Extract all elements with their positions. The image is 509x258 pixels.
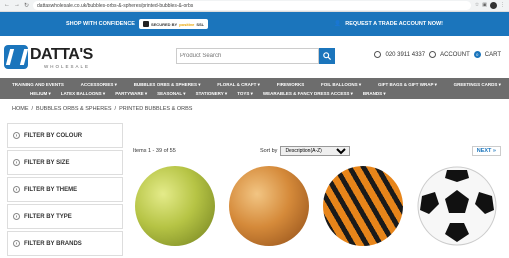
bookmark-icon[interactable]: ☆ (475, 2, 479, 9)
filter-label: FILTER BY BRANDS (24, 240, 82, 247)
sort-select[interactable]: Description(A-Z) (280, 146, 351, 156)
product-image-giraffe-orb[interactable] (229, 166, 309, 246)
menu-item-greetings-cards[interactable]: GREETINGS CARDS ▾ (454, 82, 501, 88)
shop-confidence-text: SHOP WITH CONFIDENCE (66, 21, 135, 27)
menu-item-bubbles[interactable]: BUBBLES ORBS & SPHERES ▾ (134, 82, 201, 88)
breadcrumb-separator: / (31, 105, 34, 112)
url-field[interactable]: dattaswholesale.co.uk/bubbles-orbs-&-sph… (33, 1, 471, 10)
sort-control: Sort by Description(A-Z) (260, 146, 351, 156)
lock-icon (142, 21, 149, 27)
trade-account-link[interactable]: 👤 REQUEST A TRADE ACCOUNT NOW! (334, 21, 443, 27)
breadcrumb-current: PRINTED BUBBLES & ORBS (119, 105, 193, 112)
url-text: dattaswholesale.co.uk/bubbles-orbs-&-sph… (37, 2, 194, 9)
search-button[interactable] (319, 48, 335, 64)
product-image-crocodile-orb[interactable] (135, 166, 215, 246)
menu-item-foil-balloons[interactable]: FOIL BALLOONS ▾ (321, 82, 361, 88)
chevron-right-icon: › (13, 186, 20, 193)
reload-icon[interactable]: ↻ (24, 2, 29, 9)
menu-item-accessories[interactable]: ACCESSORIES ▾ (81, 82, 117, 88)
ssl-badge-suffix: SSL (196, 21, 205, 27)
phone-number[interactable]: 020 3911 4337 (385, 52, 425, 58)
search-input[interactable] (176, 48, 319, 64)
filter-label: FILTER BY THEME (24, 186, 78, 193)
account-link[interactable]: ACCOUNT (440, 52, 470, 58)
extensions-icon[interactable]: ▣ (482, 2, 487, 9)
breadcrumb-home[interactable]: HOME (12, 106, 29, 112)
filter-size[interactable]: › FILTER BY SIZE (7, 150, 123, 175)
forward-icon[interactable]: → (14, 2, 20, 9)
browser-address-bar: ← → ↻ dattaswholesale.co.uk/bubbles-orbs… (0, 0, 509, 12)
next-page-button[interactable]: NEXT » (471, 146, 501, 156)
menu-item-seasonal[interactable]: SEASONAL ▾ (157, 91, 185, 97)
cart-link[interactable]: CART (485, 52, 501, 58)
browser-menu-icon[interactable]: ⋮ (500, 2, 505, 9)
product-toolbar: Items 1 - 39 of 55 Sort by Description(A… (133, 146, 503, 158)
promo-bar: SHOP WITH CONFIDENCE SECURED BY positive… (0, 12, 509, 36)
menu-item-brands[interactable]: BRANDS ▾ (363, 91, 386, 97)
ssl-badge-brand: positive (179, 21, 195, 27)
product-grid (133, 162, 499, 255)
menu-item-gift-bags[interactable]: GIFT BAGS & GIFT WRAP ▾ (378, 82, 437, 88)
filter-label: FILTER BY TYPE (24, 213, 72, 220)
product-image-football-orb[interactable] (417, 166, 497, 246)
menu-item-toys[interactable]: TOYS ▾ (237, 91, 253, 97)
search-icon (323, 52, 331, 60)
logo-mark-icon (4, 45, 28, 69)
menu-item-training[interactable]: TRAINING AND EVENTS (12, 82, 64, 87)
search-bar (176, 48, 335, 64)
site-header: DATTA'S WHOLESALE 020 3911 4337 ACCOUNT … (0, 36, 509, 78)
filter-colour[interactable]: › FILTER BY COLOUR (7, 123, 123, 148)
menu-row-1: TRAINING AND EVENTS ACCESSORIES ▾ BUBBLE… (12, 80, 501, 89)
cart-count-badge: 0 (473, 51, 481, 58)
menu-item-fireworks[interactable]: FIREWORKS (277, 82, 305, 87)
items-count: Items 1 - 39 of 55 (133, 148, 176, 154)
menu-item-wearables[interactable]: WEARABLES & FANCY DRESS ACCESS ▾ (263, 91, 353, 97)
product-card-tiger[interactable] (321, 162, 405, 255)
ssl-badge: SECURED BY positive SSL (138, 19, 209, 29)
sort-label: Sort by (260, 148, 278, 154)
product-image-tiger-orb[interactable] (323, 166, 403, 246)
menu-row-2: HELIUM ▾ LATEX BALLOONS ▾ PARTYWARE ▾ SE… (12, 89, 501, 98)
logo-name: DATTA'S (30, 45, 93, 63)
filter-label: FILTER BY COLOUR (24, 132, 83, 139)
chevron-right-icon: › (13, 159, 20, 166)
menu-item-floral[interactable]: FLORAL & CRAFT ▾ (217, 82, 260, 88)
ssl-badge-prefix: SECURED BY (150, 21, 178, 27)
breadcrumb-bubbles[interactable]: BUBBLES ORBS & SPHERES (36, 106, 112, 112)
back-icon[interactable]: ← (4, 2, 10, 9)
breadcrumb-separator: / (114, 105, 117, 112)
product-card-giraffe[interactable] (227, 162, 311, 255)
profile-avatar[interactable] (490, 2, 497, 9)
breadcrumb: HOME / BUBBLES ORBS & SPHERES / PRINTED … (0, 99, 509, 118)
filter-brands[interactable]: › FILTER BY BRANDS (7, 231, 123, 256)
filter-sidebar: › FILTER BY COLOUR › FILTER BY SIZE › FILTE… (7, 123, 123, 258)
filter-type[interactable]: › FILTER BY TYPE (7, 204, 123, 229)
logo-sub: WHOLESALE (44, 63, 91, 69)
browser-nav: ← → ↻ (4, 2, 29, 9)
trade-account-text: REQUEST A TRADE ACCOUNT NOW! (345, 21, 443, 27)
menu-item-helium[interactable]: HELIUM ▾ (30, 91, 51, 97)
menu-item-latex-balloons[interactable]: LATEX BALLOONS ▾ (61, 91, 105, 97)
filter-label: FILTER BY SIZE (24, 159, 70, 166)
account-icon (429, 51, 437, 58)
chevron-right-icon: › (13, 213, 20, 220)
product-card-football[interactable] (415, 162, 499, 255)
filter-theme[interactable]: › FILTER BY THEME (7, 177, 123, 202)
user-icon: 👤 (334, 21, 342, 27)
phone-icon (374, 51, 382, 58)
main-menu: TRAINING AND EVENTS ACCESSORIES ▾ BUBBLE… (0, 78, 509, 99)
chevron-right-icon: › (13, 132, 20, 139)
menu-item-stationery[interactable]: STATIONERY ▾ (196, 91, 228, 97)
chevron-right-icon: › (13, 240, 20, 247)
menu-item-partyware[interactable]: PARTYWARE ▾ (115, 91, 147, 97)
site-logo[interactable]: DATTA'S WHOLESALE (4, 45, 124, 69)
product-card-crocodile[interactable] (133, 162, 217, 255)
